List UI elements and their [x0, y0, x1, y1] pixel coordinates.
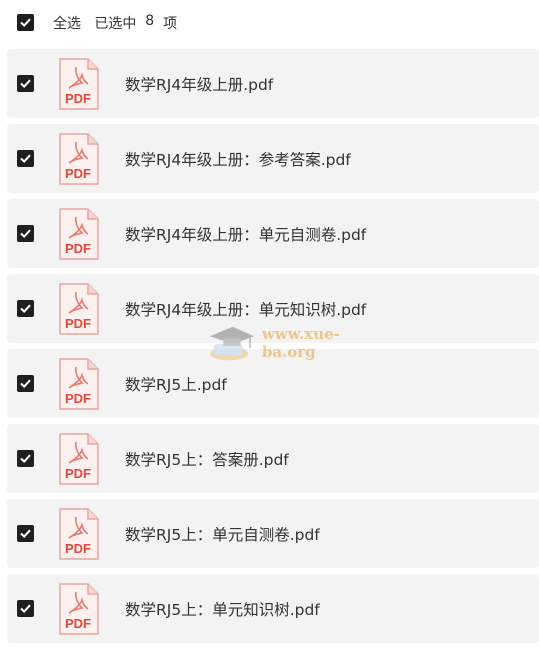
- pdf-label: PDF: [65, 541, 91, 556]
- file-row[interactable]: PDF 数学RJ5上：答案册.pdf: [7, 424, 539, 493]
- pdf-icon: PDF: [58, 432, 100, 486]
- file-name[interactable]: 数学RJ5上：单元自测卷.pdf: [125, 523, 320, 545]
- file-row[interactable]: PDF 数学RJ4年级上册：单元知识树.pdf: [7, 274, 539, 343]
- pdf-icon: PDF: [58, 207, 100, 261]
- file-name[interactable]: 数学RJ5上.pdf: [125, 373, 227, 395]
- file-checkbox[interactable]: [17, 225, 34, 242]
- file-row[interactable]: PDF 数学RJ4年级上册.pdf: [7, 49, 539, 118]
- check-icon: [20, 18, 31, 28]
- select-all-checkbox[interactable]: [17, 14, 34, 31]
- file-checkbox[interactable]: [17, 450, 34, 467]
- file-name[interactable]: 数学RJ5上：单元知识树.pdf: [125, 598, 320, 620]
- pdf-icon: PDF: [58, 57, 100, 111]
- pdf-label: PDF: [65, 241, 91, 256]
- pdf-icon: PDF: [58, 132, 100, 186]
- file-row[interactable]: PDF 数学RJ5上：单元自测卷.pdf: [7, 499, 539, 568]
- file-checkbox[interactable]: [17, 300, 34, 317]
- check-icon: [20, 454, 31, 464]
- pdf-icon: PDF: [58, 507, 100, 561]
- pdf-label: PDF: [65, 466, 91, 481]
- file-checkbox[interactable]: [17, 600, 34, 617]
- select-all-label[interactable]: 全选: [53, 13, 81, 33]
- file-name[interactable]: 数学RJ4年级上册：参考答案.pdf: [125, 148, 351, 170]
- pdf-label: PDF: [65, 91, 91, 106]
- pdf-icon: PDF: [58, 357, 100, 411]
- file-checkbox[interactable]: [17, 375, 34, 392]
- file-row[interactable]: PDF 数学RJ4年级上册：单元自测卷.pdf: [7, 199, 539, 268]
- check-icon: [20, 229, 31, 239]
- file-checkbox[interactable]: [17, 525, 34, 542]
- pdf-label: PDF: [65, 316, 91, 331]
- pdf-label: PDF: [65, 616, 91, 631]
- file-row[interactable]: PDF 数学RJ5上：单元知识树.pdf: [7, 574, 539, 643]
- check-icon: [20, 304, 31, 314]
- pdf-label: PDF: [65, 391, 91, 406]
- check-icon: [20, 154, 31, 164]
- check-icon: [20, 79, 31, 89]
- file-name[interactable]: 数学RJ4年级上册：单元知识树.pdf: [125, 298, 366, 320]
- pdf-icon: PDF: [58, 282, 100, 336]
- pdf-icon: PDF: [58, 582, 100, 636]
- file-checkbox[interactable]: [17, 150, 34, 167]
- selected-prefix: 已选中: [94, 15, 137, 32]
- file-row[interactable]: PDF 数学RJ4年级上册：参考答案.pdf: [7, 124, 539, 193]
- pdf-label: PDF: [65, 166, 91, 181]
- selection-header: 全选 已选中 8 项: [0, 0, 539, 45]
- file-name[interactable]: 数学RJ4年级上册.pdf: [125, 73, 273, 95]
- file-row[interactable]: PDF 数学RJ5上.pdf: [7, 349, 539, 418]
- selection-summary: 全选 已选中 8 项: [53, 13, 177, 33]
- file-name[interactable]: 数学RJ5上：答案册.pdf: [125, 448, 289, 470]
- check-icon: [20, 379, 31, 389]
- file-name[interactable]: 数学RJ4年级上册：单元自测卷.pdf: [125, 223, 366, 245]
- selected-count: 8: [145, 12, 155, 29]
- file-checkbox[interactable]: [17, 75, 34, 92]
- selected-suffix: 项: [163, 15, 178, 32]
- file-list: PDF 数学RJ4年级上册.pdf PDF 数学RJ4年级上册：参考答案.pdf: [7, 49, 539, 649]
- check-icon: [20, 529, 31, 539]
- check-icon: [20, 604, 31, 614]
